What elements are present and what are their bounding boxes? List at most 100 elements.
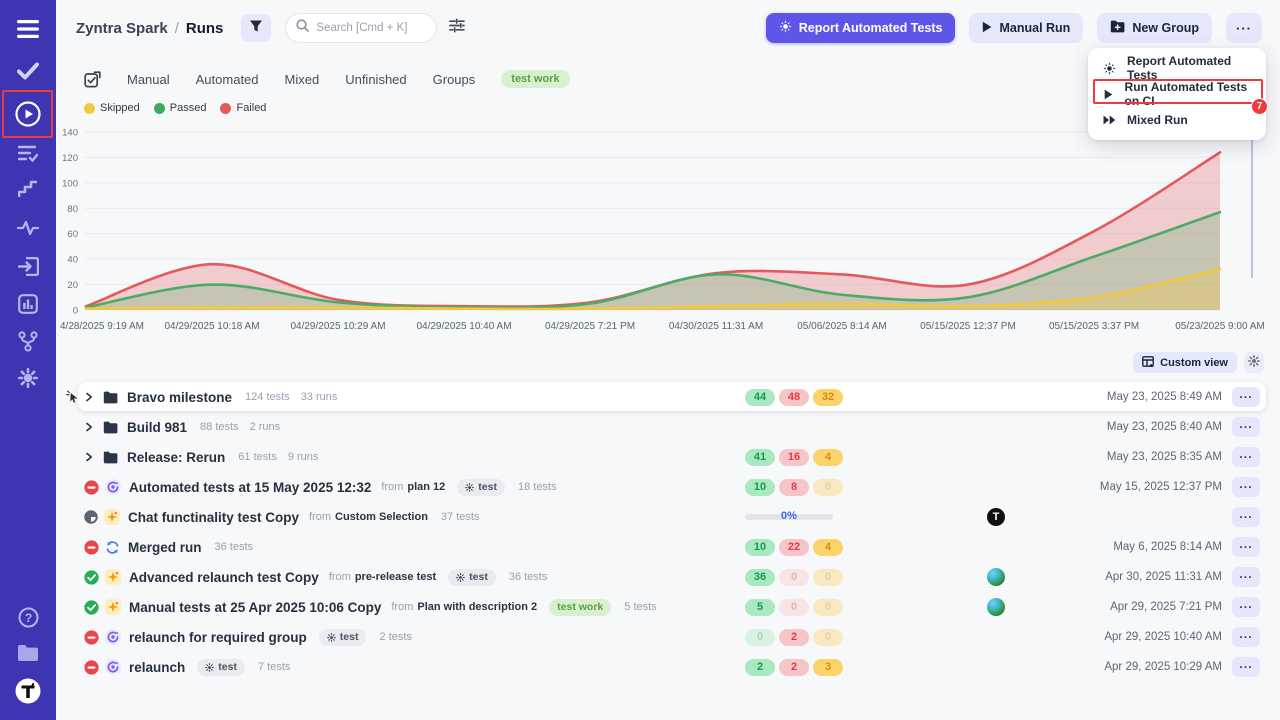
gear-icon xyxy=(1248,354,1260,372)
custom-view-button[interactable]: Custom view xyxy=(1133,352,1237,373)
tag-badge: test xyxy=(319,629,367,646)
hamburger-menu-icon[interactable] xyxy=(0,14,56,44)
tab-unfinished[interactable]: Unfinished xyxy=(345,72,406,87)
runs-trend-chart: 0204060801001201404/28/2025 9:19 AM04/29… xyxy=(58,122,1273,334)
tag-badge: test work xyxy=(549,599,611,616)
view-settings-button[interactable] xyxy=(1244,352,1264,373)
result-badges: 500 xyxy=(745,599,843,616)
y-tick-label: 140 xyxy=(62,128,78,139)
search-input[interactable] xyxy=(316,22,426,34)
report-automated-tests-button[interactable]: Report Automated Tests xyxy=(766,13,956,43)
run-source: fromplan 12 xyxy=(381,481,445,493)
breadcrumb-project[interactable]: Zyntra Spark xyxy=(76,20,168,37)
status-failed-icon xyxy=(84,540,99,555)
expand-chevron-icon[interactable] xyxy=(84,452,94,462)
group-name[interactable]: Release: Rerun xyxy=(127,450,225,465)
row-more-button[interactable]: ··· xyxy=(1232,507,1260,527)
search-box[interactable] xyxy=(285,13,437,43)
tab-manual[interactable]: Manual xyxy=(127,72,170,87)
group-name[interactable]: Build 981 xyxy=(127,420,187,435)
row-more-button[interactable]: ··· xyxy=(1232,537,1260,557)
milestones-icon[interactable] xyxy=(0,174,56,204)
tests-count: 5 tests xyxy=(624,601,656,613)
more-actions-label: ··· xyxy=(1236,21,1252,36)
app-logo[interactable] xyxy=(0,676,56,706)
run-kind-automated-icon xyxy=(105,479,121,495)
custom-view-label: Custom view xyxy=(1160,357,1228,369)
run-name[interactable]: Merged run xyxy=(128,540,202,555)
run-row[interactable]: Automated tests at 15 May 2025 12:32 from… xyxy=(60,472,1266,502)
skipped-dot-icon xyxy=(84,103,95,114)
tests-icon[interactable] xyxy=(0,56,56,86)
tests-count: 2 tests xyxy=(379,631,411,643)
legend-failed[interactable]: Failed xyxy=(220,102,266,114)
gear-icon xyxy=(465,483,474,492)
run-kind-mixed-icon xyxy=(105,540,120,555)
more-actions-button[interactable]: ··· xyxy=(1226,13,1262,43)
expand-chevron-icon[interactable] xyxy=(84,392,94,402)
run-row[interactable]: relaunch for required group test 2 tests 02… xyxy=(60,622,1266,652)
legend-skipped[interactable]: Skipped xyxy=(84,102,140,114)
row-more-button[interactable]: ··· xyxy=(1232,567,1260,587)
tab-automated[interactable]: Automated xyxy=(196,72,259,87)
failed-count-badge: 2 xyxy=(779,659,809,676)
run-row[interactable]: relaunchtest7 tests223Apr 29, 2025 10:29… xyxy=(60,652,1266,682)
view-options-button[interactable] xyxy=(449,18,465,38)
row-more-button[interactable]: ··· xyxy=(1232,477,1260,497)
tab-groups[interactable]: Groups xyxy=(433,72,476,87)
run-row[interactable]: Manual tests at 25 Apr 2025 10:06 Copyfr… xyxy=(60,592,1266,622)
settings-gear-icon[interactable] xyxy=(0,363,56,393)
expand-chevron-icon[interactable] xyxy=(84,422,94,432)
new-group-button[interactable]: New Group xyxy=(1097,13,1212,43)
run-kind-manual-icon xyxy=(105,569,121,585)
run-date: May 6, 2025 8:14 AM xyxy=(1113,541,1222,553)
group-row[interactable]: Bravo milestone124 tests33 runs444832May… xyxy=(60,382,1266,412)
run-row[interactable]: Merged run36 tests10224May 6, 2025 8:14 … xyxy=(60,532,1266,562)
run-row[interactable]: Chat functinality test CopyfromCustom Se… xyxy=(60,502,1266,532)
status-failed-icon xyxy=(84,480,99,495)
fast-forward-icon xyxy=(1103,115,1116,125)
tab-mixed[interactable]: Mixed xyxy=(285,72,320,87)
skipped-count-badge: 0 xyxy=(813,569,843,586)
run-name[interactable]: relaunch for required group xyxy=(129,630,307,645)
skipped-count-badge: 4 xyxy=(813,539,843,556)
skipped-count-badge: 0 xyxy=(813,629,843,646)
group-row[interactable]: Release: Rerun61 tests9 runs41164May 23,… xyxy=(60,442,1266,472)
branch-icon[interactable] xyxy=(0,326,56,356)
failed-count-badge: 2 xyxy=(779,629,809,646)
run-name[interactable]: Automated tests at 15 May 2025 12:32 xyxy=(129,480,371,495)
menu-item-label: Mixed Run xyxy=(1127,113,1188,127)
test-plans-icon[interactable] xyxy=(0,138,56,168)
row-more-button[interactable]: ··· xyxy=(1232,657,1260,677)
row-more-button[interactable]: ··· xyxy=(1232,417,1260,437)
analytics-icon[interactable] xyxy=(0,289,56,319)
x-tick-label: 05/23/2025 9:00 AM xyxy=(1175,321,1265,332)
import-icon[interactable] xyxy=(0,251,56,281)
runs-icon-active[interactable] xyxy=(0,99,56,129)
report-automated-tests-label: Report Automated Tests xyxy=(799,21,943,35)
run-date: May 23, 2025 8:49 AM xyxy=(1107,391,1222,403)
run-kind-manual-icon xyxy=(104,509,120,525)
row-more-button[interactable]: ··· xyxy=(1232,627,1260,647)
row-more-button[interactable]: ··· xyxy=(1232,387,1260,407)
run-name[interactable]: Manual tests at 25 Apr 2025 10:06 Copy xyxy=(129,600,381,615)
menu-item-run-automated-tests-on-ci[interactable]: Run Automated Tests on CI xyxy=(1088,81,1266,107)
menu-item-report-automated-tests[interactable]: Report Automated Tests xyxy=(1088,55,1266,81)
legend-passed[interactable]: Passed xyxy=(154,102,207,114)
menu-item-mixed-run[interactable]: Mixed Run xyxy=(1088,107,1266,133)
row-more-button[interactable]: ··· xyxy=(1232,597,1260,617)
run-name[interactable]: Advanced relaunch test Copy xyxy=(129,570,319,585)
filter-pill-test-work[interactable]: test work xyxy=(501,70,569,88)
group-name[interactable]: Bravo milestone xyxy=(127,390,232,405)
run-name[interactable]: relaunch xyxy=(129,660,185,675)
filter-button[interactable] xyxy=(241,14,271,42)
pulse-icon[interactable] xyxy=(0,213,56,243)
run-row[interactable]: Advanced relaunch test Copyfrompre-relea… xyxy=(60,562,1266,592)
projects-folder-icon[interactable] xyxy=(0,638,56,668)
group-row[interactable]: Build 98188 tests2 runsMay 23, 2025 8:40… xyxy=(60,412,1266,442)
row-more-button[interactable]: ··· xyxy=(1232,447,1260,467)
select-runs-icon[interactable] xyxy=(84,71,101,88)
run-name[interactable]: Chat functinality test Copy xyxy=(128,510,299,525)
manual-run-button[interactable]: Manual Run xyxy=(969,13,1083,43)
help-icon[interactable]: ? xyxy=(0,602,56,632)
